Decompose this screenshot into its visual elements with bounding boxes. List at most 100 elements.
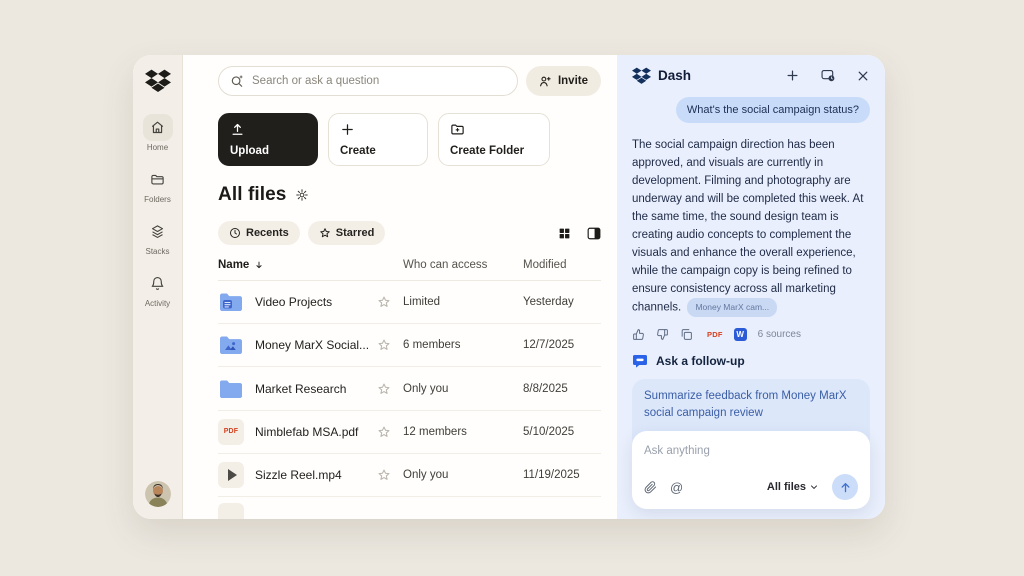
- star-icon: [319, 227, 331, 239]
- search-bar[interactable]: [218, 66, 518, 96]
- dash-header: Dash: [632, 67, 870, 84]
- star-icon[interactable]: [377, 425, 403, 439]
- table-row[interactable]: Money MarX Social... 6 members 12/7/2025: [218, 324, 601, 367]
- file-name: Video Projects: [255, 295, 332, 309]
- table-row-partial: [218, 497, 601, 519]
- create-label: Create: [340, 145, 416, 157]
- thumbs-up-icon[interactable]: [632, 328, 645, 341]
- person-plus-icon: [539, 75, 552, 88]
- star-icon[interactable]: [377, 295, 403, 309]
- table-row[interactable]: Market Research Only you 8/8/2025: [218, 367, 601, 410]
- pdf-file-icon: PDF: [218, 419, 244, 445]
- create-folder-button[interactable]: Create Folder: [438, 113, 550, 166]
- user-avatar[interactable]: [145, 481, 171, 507]
- file-modified: 11/19/2025: [523, 469, 601, 481]
- file-access: Limited: [403, 296, 523, 308]
- file-modified: Yesterday: [523, 296, 601, 308]
- chevron-down-icon: [809, 482, 819, 492]
- file-modified: 5/10/2025: [523, 426, 601, 438]
- sources-count[interactable]: 6 sources: [758, 329, 801, 340]
- table-row[interactable]: Sizzle Reel.mp4 Only you 11/19/2025: [218, 454, 601, 497]
- sidebar-item-label: Folders: [144, 195, 171, 204]
- gear-icon[interactable]: [295, 188, 309, 202]
- sidebar-item-stacks[interactable]: Stacks: [143, 218, 173, 256]
- file-access: Only you: [403, 469, 523, 481]
- chat-bubble-icon: [632, 353, 648, 369]
- create-button[interactable]: Create: [328, 113, 428, 166]
- desktop-background: Home Folders Stacks Activity: [0, 0, 1024, 576]
- file-access: 6 members: [403, 339, 523, 351]
- file-name: Money MarX Social...: [255, 338, 369, 352]
- source-chip[interactable]: Money MarX cam...: [687, 298, 777, 316]
- panel-toggle-icon[interactable]: [587, 227, 601, 240]
- mention-icon[interactable]: @: [670, 481, 683, 494]
- dash-panel: Dash What's the social campaign status? …: [617, 55, 885, 519]
- grid-view-icon[interactable]: [558, 227, 571, 240]
- ask-input-card: @ All files: [632, 431, 870, 509]
- star-icon[interactable]: [377, 382, 403, 396]
- file-access: Only you: [403, 383, 523, 395]
- paperclip-icon[interactable]: [644, 481, 657, 494]
- column-name[interactable]: Name: [218, 259, 377, 271]
- scope-label: All files: [767, 481, 806, 493]
- folder-plus-icon: [450, 122, 538, 137]
- invite-label: Invite: [558, 75, 588, 87]
- top-bar: Invite: [218, 66, 601, 96]
- sidebar-item-label: Activity: [145, 299, 170, 308]
- table-row[interactable]: Video Projects Limited Yesterday: [218, 281, 601, 324]
- column-access[interactable]: Who can access: [403, 259, 523, 271]
- folder-icon: [218, 377, 244, 401]
- input-toolbar: @ All files: [644, 474, 858, 500]
- user-message-bubble: What's the social campaign status?: [676, 97, 870, 123]
- thumbs-down-icon[interactable]: [656, 328, 669, 341]
- filter-row: Recents Starred: [218, 221, 601, 245]
- file-name: Market Research: [255, 382, 346, 396]
- file-access: 12 members: [403, 426, 523, 438]
- dropbox-logo-icon[interactable]: [145, 69, 171, 92]
- table-row[interactable]: PDF Nimblefab MSA.pdf 12 members 5/10/20…: [218, 411, 601, 454]
- response-actions: PDF W 6 sources: [632, 328, 870, 341]
- file-modified: 8/8/2025: [523, 383, 601, 395]
- recents-filter[interactable]: Recents: [218, 221, 300, 245]
- new-chat-icon[interactable]: [785, 68, 800, 83]
- history-icon[interactable]: [820, 68, 836, 83]
- column-modified[interactable]: Modified: [523, 259, 601, 271]
- file-modified: 12/7/2025: [523, 339, 601, 351]
- ask-anything-input[interactable]: [644, 445, 858, 457]
- sidebar: Home Folders Stacks Activity: [133, 55, 183, 519]
- folders-icon: [143, 166, 173, 193]
- folder-video-icon: [218, 290, 244, 314]
- upload-button[interactable]: Upload: [218, 113, 318, 166]
- sort-down-icon: [254, 260, 264, 270]
- file-icon: [218, 503, 244, 519]
- follow-up-label: Ask a follow-up: [656, 354, 745, 368]
- word-source-icon[interactable]: W: [734, 328, 747, 341]
- sidebar-item-activity[interactable]: Activity: [143, 270, 173, 308]
- invite-button[interactable]: Invite: [526, 66, 601, 96]
- video-file-icon: [218, 462, 244, 488]
- scope-selector[interactable]: All files: [767, 481, 819, 493]
- folder-shared-icon: [218, 333, 244, 357]
- starred-label: Starred: [336, 227, 375, 239]
- file-name: Sizzle Reel.mp4: [255, 468, 342, 482]
- sidebar-item-home[interactable]: Home: [143, 114, 173, 152]
- dash-dropbox-icon: [632, 67, 651, 84]
- files-header: All files: [218, 184, 601, 206]
- create-folder-label: Create Folder: [450, 145, 538, 157]
- clock-icon: [229, 227, 241, 239]
- composer-area: Ask a follow-up Summarize feedback from …: [632, 353, 870, 510]
- upload-icon: [230, 122, 306, 137]
- star-icon[interactable]: [377, 338, 403, 352]
- star-icon[interactable]: [377, 468, 403, 482]
- sidebar-item-folders[interactable]: Folders: [143, 166, 173, 204]
- pdf-source-icon[interactable]: PDF: [707, 330, 723, 339]
- plus-icon: [340, 122, 416, 137]
- copy-icon[interactable]: [680, 328, 693, 341]
- dash-title: Dash: [658, 68, 691, 83]
- close-icon[interactable]: [856, 69, 870, 83]
- bell-icon: [143, 270, 173, 297]
- search-input[interactable]: [252, 75, 506, 87]
- follow-up-header: Ask a follow-up: [632, 353, 870, 369]
- starred-filter[interactable]: Starred: [308, 221, 386, 245]
- send-button[interactable]: [832, 474, 858, 500]
